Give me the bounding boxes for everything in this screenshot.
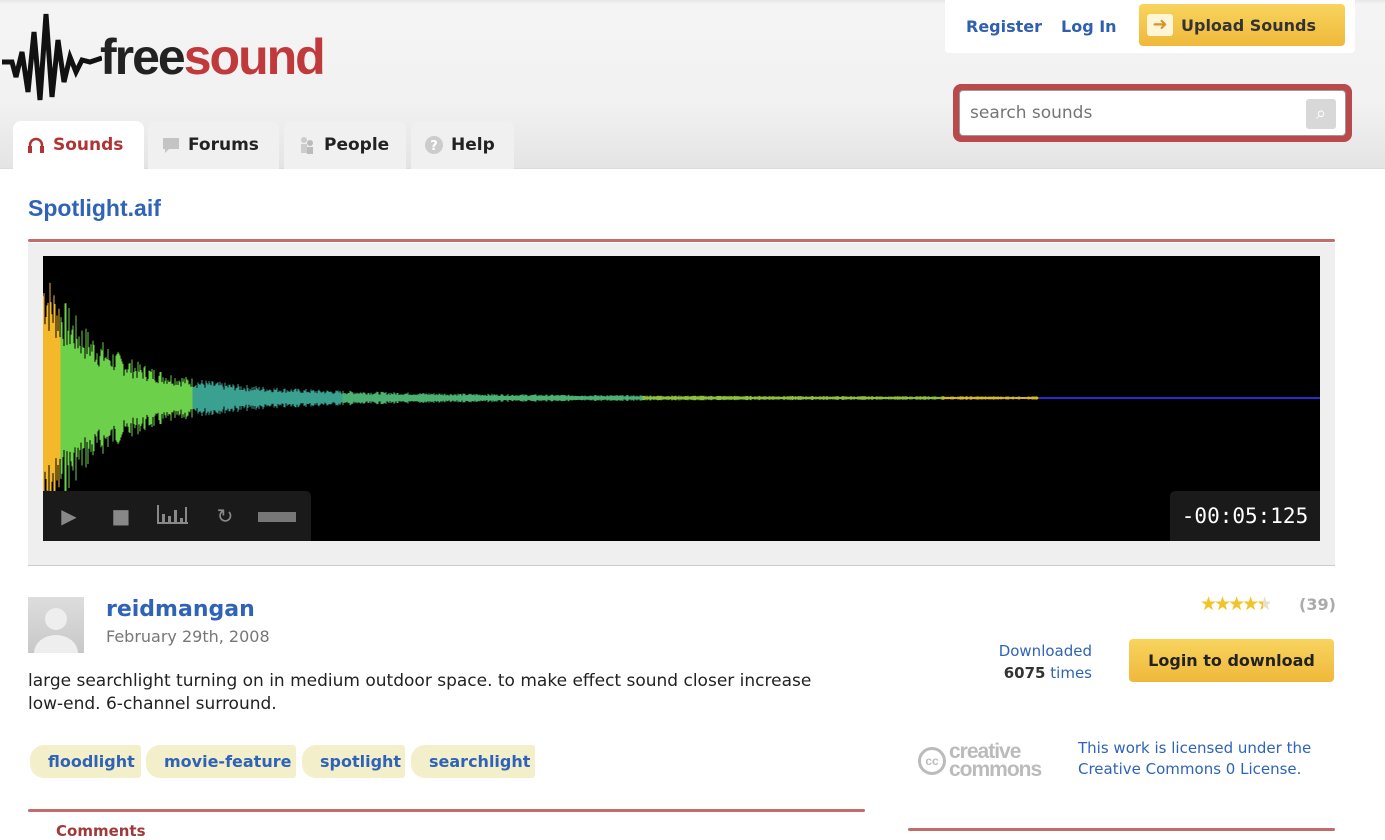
login-to-download-button[interactable]: Login to download [1129, 639, 1334, 682]
upload-sounds-button[interactable]: ➜ Upload Sounds [1139, 4, 1345, 46]
rating-stars[interactable]: ★★★★★ [1200, 593, 1273, 615]
divider [908, 828, 1335, 831]
cc-icon: cc [918, 747, 946, 775]
login-link[interactable]: Log In [1061, 17, 1117, 36]
waveform-player[interactable]: ▶ ■ ↻ -00:05:125 [43, 256, 1320, 541]
tab-sounds[interactable]: Sounds [13, 121, 144, 169]
divider [28, 809, 865, 812]
upload-date: February 29th, 2008 [106, 627, 270, 646]
creative-commons-logo[interactable]: cc creative commons [918, 741, 1054, 780]
tag-link[interactable]: searchlight [411, 745, 535, 778]
svg-text:?: ? [430, 139, 438, 154]
comments-heading: Comments [56, 822, 146, 840]
divider [28, 239, 1335, 242]
tab-help[interactable]: ? Help [411, 121, 514, 169]
download-count: Downloaded 6075 times [960, 640, 1092, 684]
search-input[interactable] [959, 90, 1346, 136]
logo-text[interactable]: freesound [100, 28, 326, 86]
tab-label: Sounds [53, 135, 124, 155]
page-title: Spotlight.aif [28, 195, 161, 221]
register-link[interactable]: Register [966, 17, 1042, 36]
tab-label: Forums [188, 135, 259, 155]
speech-bubble-icon [162, 136, 180, 154]
username-link[interactable]: reidmangan [106, 597, 255, 622]
downloads-number: 6075 [1003, 664, 1046, 682]
search-box: ⌕ [953, 84, 1352, 142]
logo-free: free [100, 29, 186, 85]
tab-label: People [324, 135, 390, 155]
search-icon[interactable]: ⌕ [1306, 99, 1336, 129]
ruler-icon[interactable] [251, 504, 303, 528]
times-label: times [1050, 664, 1092, 682]
stop-icon[interactable]: ■ [95, 504, 147, 528]
player-controls: ▶ ■ ↻ [43, 491, 311, 541]
sound-description: large searchlight turning on in medium o… [28, 671, 812, 714]
headphones-icon [27, 136, 45, 154]
tag-link[interactable]: movie-feature [146, 745, 296, 778]
tab-people[interactable]: People [284, 121, 406, 169]
downloaded-label: Downloaded [998, 642, 1092, 660]
tag-link[interactable]: floodlight [30, 745, 141, 778]
time-display: -00:05:125 [1170, 491, 1320, 541]
tab-forums[interactable]: Forums [148, 121, 279, 169]
upload-label: Upload Sounds [1181, 15, 1317, 35]
logo-sound: sound [183, 29, 326, 85]
site-header: freesound Sounds Forums People ? Help Reg… [0, 0, 1385, 169]
help-icon: ? [425, 136, 443, 154]
spectrogram-toggle-icon[interactable] [147, 504, 199, 529]
avatar[interactable] [28, 597, 84, 653]
people-icon [298, 136, 316, 154]
rating-count: (39) [1299, 595, 1336, 614]
license-link[interactable]: This work is licensed under the Creative… [1078, 738, 1318, 780]
tab-label: Help [451, 135, 495, 155]
freesound-logo[interactable] [2, 12, 102, 104]
tag-link[interactable]: spotlight [302, 745, 405, 778]
play-icon[interactable]: ▶ [43, 504, 95, 528]
upload-arrow-icon: ➜ [1147, 14, 1173, 36]
loop-icon[interactable]: ↻ [199, 504, 251, 528]
